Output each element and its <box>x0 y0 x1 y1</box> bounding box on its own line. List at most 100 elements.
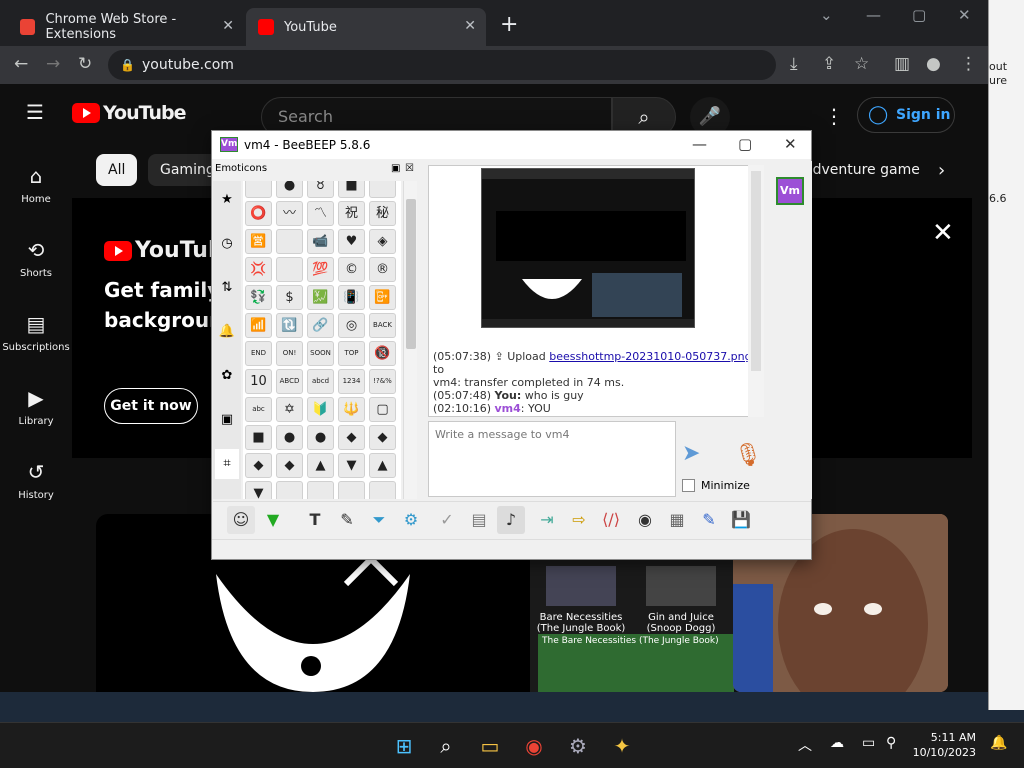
emoticon-cell[interactable]: © <box>338 257 365 282</box>
emoticon-cell[interactable]: ◈ <box>369 229 396 254</box>
sidebar-item-history[interactable]: ↺ History <box>0 460 72 501</box>
emoticon-cell[interactable]: 🔃 <box>276 313 303 338</box>
emoticon-cell[interactable]: 💯 <box>307 257 334 282</box>
save-icon[interactable]: 💾 <box>727 506 755 534</box>
install-icon[interactable]: ⤓ <box>790 54 798 74</box>
chip-all[interactable]: All <box>96 154 138 186</box>
emoticon-cell[interactable]: 💢 <box>245 257 272 282</box>
maximize-icon[interactable]: ▢ <box>912 6 926 24</box>
emoticon-cell[interactable]: SOON <box>307 341 334 366</box>
emoticon-cell[interactable]: ◆ <box>338 425 365 450</box>
minimize-icon[interactable]: — <box>866 6 881 24</box>
show-hidden-icons-chevron-icon[interactable]: ︿ <box>798 735 812 755</box>
emoticon-cell[interactable]: 〽 <box>307 201 334 226</box>
close-tab-icon[interactable]: ✕ <box>464 18 476 34</box>
back-icon[interactable]: ← <box>14 54 28 74</box>
notes-icon[interactable]: ✎ <box>695 506 723 534</box>
emoticon-cell[interactable]: BACK <box>369 313 396 338</box>
sidebar-item-shorts[interactable]: ⟲ Shorts <box>0 238 72 279</box>
bell-icon[interactable]: 🔔 <box>215 317 239 347</box>
code-icon[interactable]: ⟨/⟩ <box>597 506 625 534</box>
new-tab-icon[interactable]: + <box>500 12 518 37</box>
emoticon-cell[interactable]: ABCD <box>276 369 303 394</box>
close-icon[interactable]: ✕ <box>958 6 971 24</box>
profile-icon[interactable]: ● <box>926 54 941 74</box>
emoticon-cell[interactable]: 〰 <box>276 201 303 226</box>
symbol-tab-icon[interactable]: ⇅ <box>215 273 239 303</box>
emoticon-cell[interactable]: ◎ <box>338 313 365 338</box>
emoticon-cell[interactable]: 🔱 <box>338 397 365 422</box>
side-panel-icon[interactable]: ▥ <box>894 54 910 74</box>
forward-icon[interactable]: → <box>46 54 60 74</box>
emoticon-cell[interactable]: 📹 <box>307 229 334 254</box>
minimize-icon[interactable]: — <box>692 135 707 153</box>
emoticon-cell[interactable] <box>276 229 303 254</box>
hamburger-menu-icon[interactable]: ☰ <box>26 100 44 124</box>
system-clock[interactable]: 5:11 AM 10/10/2023 <box>912 730 976 760</box>
clock-icon[interactable]: ◷ <box>215 229 239 259</box>
video-icon[interactable]: ▦ <box>663 506 691 534</box>
emoticon-cell[interactable]: ® <box>369 257 396 282</box>
background-window[interactable]: out ure 6.6 <box>988 0 1024 710</box>
start-icon[interactable]: ⊞ <box>388 731 420 761</box>
emoticon-cell[interactable]: ▢ <box>369 397 396 422</box>
emoticon-cell[interactable]: ■ <box>245 425 272 450</box>
bold-icon[interactable]: ▼ <box>259 506 287 534</box>
microphone-icon[interactable]: 🎙 <box>734 443 762 468</box>
sidebar-item-subscriptions[interactable]: ▤ Subscriptions <box>0 312 72 353</box>
sidebar-item-library[interactable]: ▶ Library <box>0 386 72 427</box>
sign-in-button[interactable]: ◯ Sign in <box>857 97 955 133</box>
beebeep-titlebar[interactable]: Vm vm4 - BeeBEEP 5.8.6 — ▢ ✕ <box>212 131 811 159</box>
send-file-icon[interactable]: ⇥ <box>533 506 561 534</box>
song-item[interactable]: Gin and Juice (Snoop Dogg) <box>636 566 726 634</box>
font-icon[interactable]: T <box>301 506 329 534</box>
emoticon-cell[interactable]: END <box>245 341 272 366</box>
emoticon-cell[interactable]: 1234 <box>338 369 365 394</box>
get-it-now-button[interactable]: Get it now <box>104 388 198 424</box>
flower-icon[interactable]: ✿ <box>215 361 239 391</box>
minimize-checkbox[interactable]: Minimize <box>682 479 750 492</box>
emoticon-cell[interactable] <box>307 481 334 499</box>
emoticon-cell[interactable]: 💹 <box>307 285 334 310</box>
emoticon-cell[interactable]: ✡ <box>276 397 303 422</box>
file-explorer-icon[interactable]: ▭ <box>474 731 506 761</box>
emoticon-cell[interactable]: 🔗 <box>307 313 334 338</box>
emoticon-cell[interactable]: 💱 <box>245 285 272 310</box>
settings-menu-icon[interactable]: ⋮ <box>824 104 844 128</box>
lock-icon[interactable]: 🔒 <box>120 50 135 80</box>
user-avatar[interactable]: Vm <box>776 177 804 205</box>
search-icon[interactable]: ⌕ <box>430 731 462 761</box>
emoticon-cell[interactable] <box>338 481 365 499</box>
song-item[interactable]: Bare Necessities (The Jungle Book) <box>536 566 626 634</box>
emoticon-cell[interactable]: ■ <box>338 181 365 198</box>
filter-icon[interactable]: ⏷ <box>365 506 393 534</box>
emoticon-cell[interactable]: ● <box>276 181 303 198</box>
emoticon-cell[interactable]: ◆ <box>369 425 396 450</box>
sidebar-item-home[interactable]: ⌂ Home <box>0 164 72 205</box>
object-tab-icon[interactable]: ▣ <box>215 405 239 435</box>
emoticon-cell[interactable]: 🔞 <box>369 341 396 366</box>
emoticon-cell[interactable]: ◆ <box>276 453 303 478</box>
folder-icon[interactable]: ⇨ <box>565 506 593 534</box>
emoticon-cell[interactable]: 📴 <box>369 285 396 310</box>
emoticon-cell[interactable]: ▲ <box>369 453 396 478</box>
emoticon-cell[interactable]: ♥ <box>338 229 365 254</box>
tab-search-icon[interactable]: ⌄ <box>820 6 833 24</box>
text-icon[interactable]: ▤ <box>465 506 493 534</box>
emoticon-cell[interactable]: !?&% <box>369 369 396 394</box>
emoticon-cell[interactable]: ● <box>307 425 334 450</box>
network-icon[interactable]: ⚲ <box>886 735 896 751</box>
emoticon-cell[interactable]: 秘 <box>369 201 396 226</box>
emoticon-cell[interactable] <box>369 481 396 499</box>
emoticon-cell[interactable]: 📶 <box>245 313 272 338</box>
emoticon-cell[interactable] <box>245 181 272 198</box>
emoticon-cell[interactable]: $ <box>276 285 303 310</box>
notification-bell-icon[interactable]: 🔔 <box>990 735 1007 751</box>
chrome-icon[interactable]: ◉ <box>518 731 550 761</box>
emoticon-cell[interactable] <box>369 181 396 198</box>
emoticon-cell[interactable]: abc <box>245 397 272 422</box>
chip-adventure-game[interactable]: adventure game <box>800 154 924 186</box>
emoticon-cell[interactable]: ⭕ <box>245 201 272 226</box>
share-icon[interactable]: ⇪ <box>822 54 836 74</box>
emoticon-cell[interactable]: 祝 <box>338 201 365 226</box>
